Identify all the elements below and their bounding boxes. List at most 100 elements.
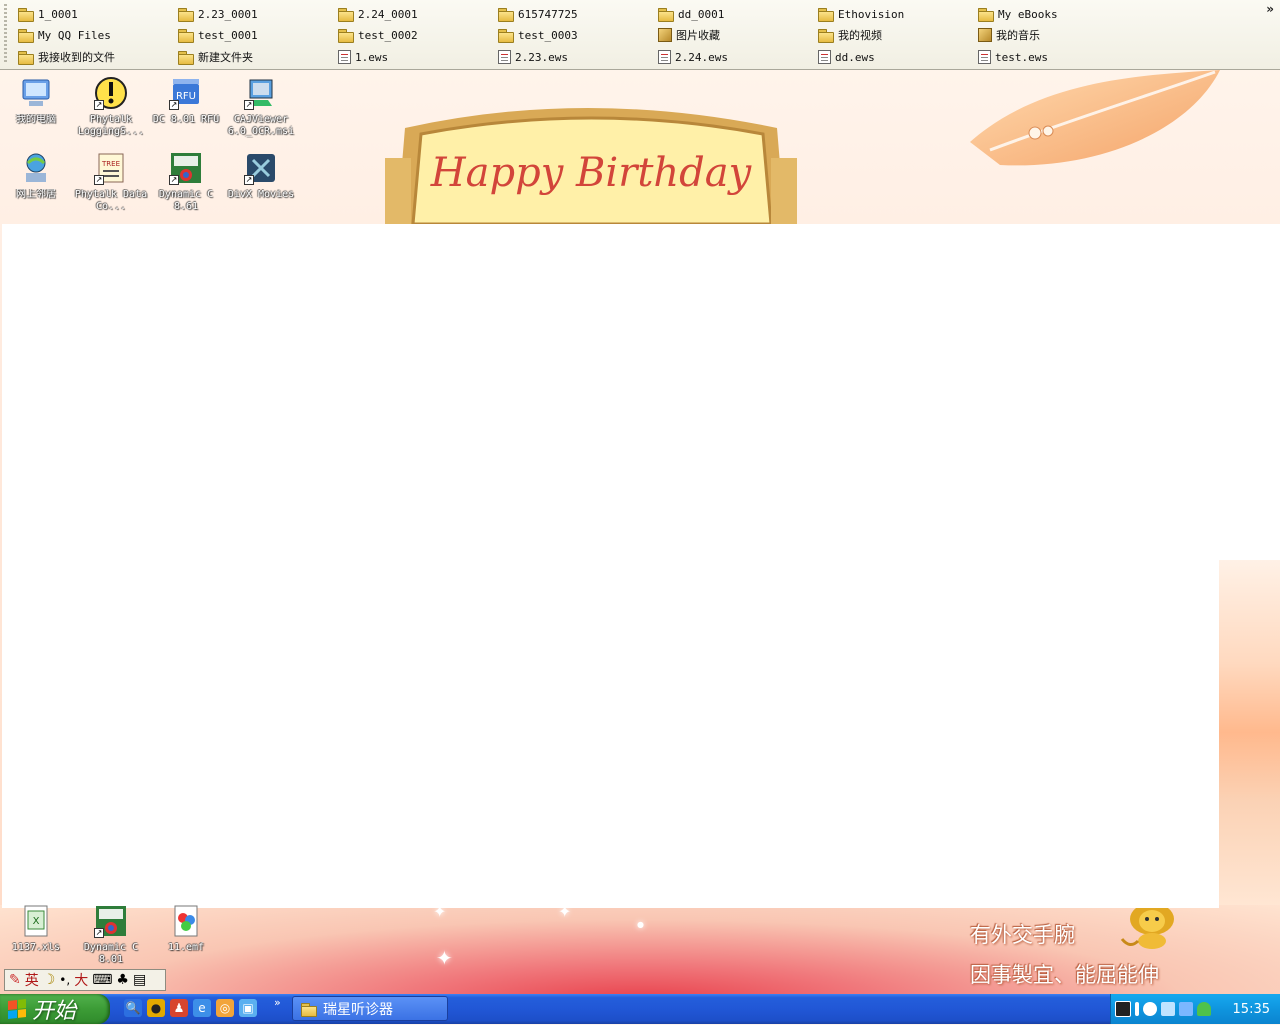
toolbar-item-label: 新建文件夹 [198,51,253,64]
toolbar-item-label: Ethovision [838,7,905,21]
desktop-icon-label: Dynamic C 8.61 [158,189,214,212]
internet-explorer-icon[interactable]: e [193,999,211,1017]
toolbar-item[interactable]: 2.23_0001 [178,5,258,23]
excel-file-icon: X [19,904,53,938]
toolbar-item[interactable]: 图片收藏 [658,26,720,44]
desktop-icon[interactable]: RFU ↗ DC 8.01 RFU [150,76,222,126]
toolbar-item[interactable]: 我接收到的文件 [18,48,115,66]
toolbar-item-label: 我的音乐 [996,29,1040,42]
ime-keyboard-icon[interactable]: ⌨ [92,972,112,988]
toolbar-item[interactable]: dd_0001 [658,5,724,23]
toolbar-item[interactable]: test_0003 [498,26,578,44]
toolbar-item[interactable]: My eBooks [978,5,1058,23]
phytalk-logging-icon: ↗ [94,76,128,110]
toolbar-item[interactable]: 2.23.ews [498,48,568,66]
folder-icon [818,7,834,22]
happy-birthday-banner: Happy Birthday [385,108,797,224]
desktop-icon[interactable]: 11.emf [150,904,222,954]
toolbar-item[interactable]: 2.24_0001 [338,5,418,23]
desktop-icon[interactable]: X 1137.xls [0,904,72,954]
umbrella-tray-icon[interactable] [1197,1002,1211,1016]
desktop-icon[interactable]: ↗ Dynamic C 8.61 [150,151,222,213]
my-computer-icon [19,76,53,110]
toolbar-item-label: dd_0001 [678,7,725,21]
toolbar-item[interactable]: 615747725 [498,5,578,23]
toolbar-item[interactable]: My QQ Files [18,26,111,44]
shortcut-arrow-icon: ↗ [244,175,254,185]
toolbar-item[interactable]: test.ews [978,48,1048,66]
sparkle-icon: ● [637,920,644,929]
search-icon[interactable]: 🔍 [124,999,142,1017]
toolbar-item[interactable]: 1_0001 [18,5,78,23]
task-button-folder[interactable]: 瑞星听诊器 [292,996,448,1021]
quick-launch: 🔍 ● ♟ e ◎ ▣ [124,999,257,1017]
folder-icon [178,28,194,43]
folder-icon [978,7,994,22]
qq-icon[interactable]: ♟ [170,999,188,1017]
desktop-icon-label: Phytalk LoggingS... [77,114,145,137]
windows-logo-icon [8,999,26,1019]
task-button-label: 瑞星听诊器 [323,1001,393,1018]
toolbar-item[interactable]: 2.24.ews [658,48,728,66]
computer-tray-icon[interactable] [1179,1002,1193,1016]
ime-menu-icon[interactable]: ▤ [133,972,146,988]
desktop-icon[interactable]: ↗ DivX Movies [225,151,297,201]
clock[interactable]: 15:35 [1233,1002,1270,1017]
network-tray-icon[interactable] [1161,1002,1175,1016]
toolbar-item[interactable]: test_0001 [178,26,258,44]
show-desktop-icon[interactable]: ▣ [239,999,257,1017]
toolbar-item-label: dd.ews [835,50,875,64]
outlook-icon[interactable]: ◎ [216,999,234,1017]
folder-icon [178,7,194,22]
desktop-icon[interactable]: 网上邻居 [0,151,72,201]
toolbar-item-label: 我接收到的文件 [38,51,115,64]
toolbar-item-label: 2.23_0001 [198,7,258,21]
folder-icon [18,7,34,22]
tray-separator-icon [1135,1002,1139,1016]
desktop-icon[interactable]: TREE ↗ Phytalk Data Co... [75,151,147,213]
desktop-icon[interactable]: ↗ CAJViewer 6.0_OCR.msi [225,76,297,138]
toolbar-item[interactable]: test_0002 [338,26,418,44]
ime-halfwidth-moon-icon[interactable]: ☽ [43,972,56,988]
toolbar-grip[interactable] [4,4,7,64]
toolbar-item-label: 1_0001 [38,7,78,21]
media-player-icon[interactable]: ● [147,999,165,1017]
desktop-icon[interactable]: ↗ Phytalk LoggingS... [75,76,147,138]
toolbar-item[interactable]: 我的音乐 [978,26,1040,44]
desktop-icon-label: 1137.xls [11,942,61,953]
toolbar-item[interactable]: 1.ews [338,48,388,66]
file-icon [338,50,351,64]
taskbar: 开始 🔍 ● ♟ e ◎ ▣ » 瑞星听诊器 15:35 [0,994,1280,1024]
system-tray: 15:35 [1110,994,1280,1024]
toolbar-overflow-chevron-icon[interactable]: » [1266,2,1274,16]
desktop-icon[interactable]: 我的电脑 [0,76,72,126]
toolbar-item[interactable]: dd.ews [818,48,875,66]
folder-icon [18,50,34,65]
start-button[interactable]: 开始 [0,994,110,1024]
quicklaunch-overflow-chevron-icon[interactable]: » [274,996,281,1009]
ime-mode-toggle[interactable]: 英 [25,970,39,990]
folder-icon [338,7,354,22]
sparkle-icon: ✦ [436,946,453,970]
banner-text: Happy Birthday [430,150,753,196]
emf-file-icon [169,904,203,938]
ime-punct-icon[interactable]: •, [59,973,70,987]
phytalk-data-icon: TREE ↗ [94,151,128,185]
file-icon [818,50,831,64]
ime-skin-icon[interactable]: ♣ [116,972,129,988]
toolbar-item[interactable]: 新建文件夹 [178,48,253,66]
toolbar-item[interactable]: 我的视频 [818,26,882,44]
toolbar-item-label: test_0001 [198,28,258,42]
svg-text:X: X [33,916,40,927]
desktop-icon-label: 11.emf [167,942,205,953]
toolbar-item-label: My QQ Files [38,28,111,42]
svg-text:TREE: TREE [101,160,120,168]
tray-collapse-chevron-icon[interactable] [1143,1002,1157,1016]
qr-tray-icon[interactable] [1115,1001,1131,1017]
ime-logo-icon[interactable]: ✎ [9,972,21,988]
folder-icon [498,7,514,22]
desktop-icon[interactable]: ↗ Dynamic C 8.01 [75,904,147,966]
toolbar-item[interactable]: Ethovision [818,5,904,23]
folder-icon [301,1002,317,1017]
ime-width-toggle[interactable]: 大 [74,970,88,990]
